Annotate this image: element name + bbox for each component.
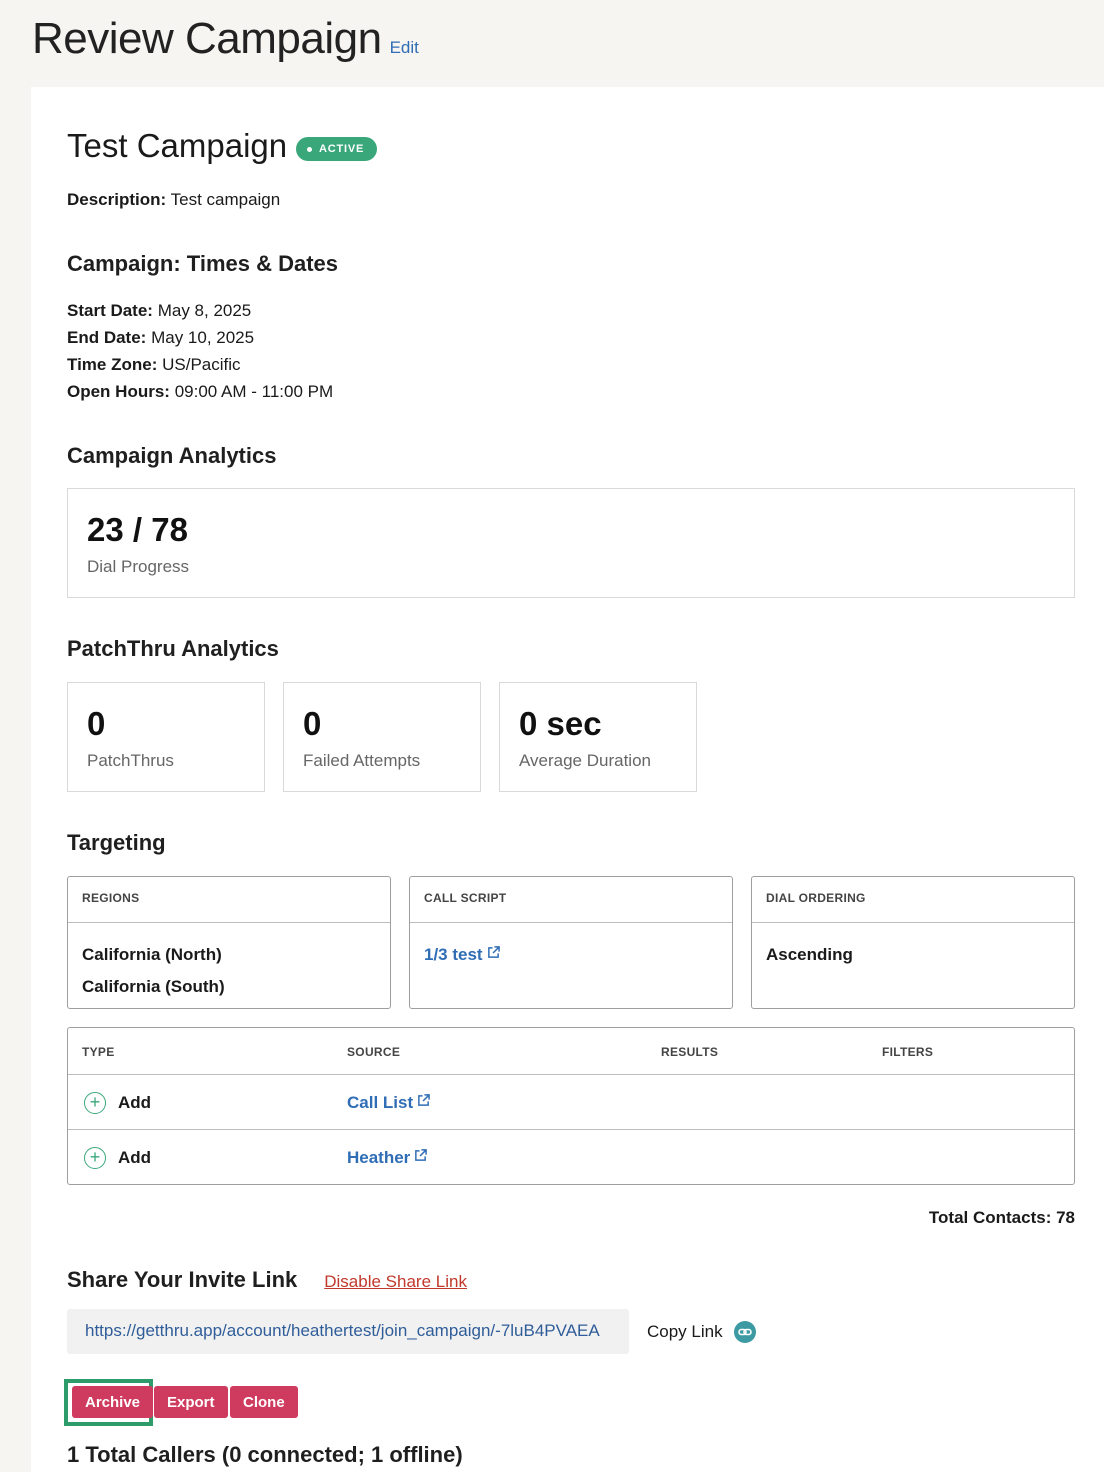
- row-type: Add: [118, 1093, 152, 1112]
- average-duration-card: 0 sec Average Duration: [499, 682, 697, 792]
- invite-url-field[interactable]: https://getthru.app/account/heathertest/…: [67, 1309, 629, 1354]
- open-hours-value: 09:00 AM - 11:00 PM: [174, 382, 334, 401]
- external-link-icon: [487, 946, 500, 958]
- callers-summary: 1 Total Callers (0 connected; 1 offline): [67, 1442, 463, 1467]
- end-date: End Date: May 10, 2025: [67, 328, 254, 348]
- patchthrus-card: 0 PatchThrus: [67, 682, 265, 792]
- table-row: + Add Heather: [68, 1129, 1074, 1185]
- call-list-link[interactable]: Call List: [347, 1093, 430, 1113]
- external-link-icon: [418, 1094, 430, 1106]
- open-hours-label: Open Hours:: [67, 382, 170, 401]
- status-badge: ACTIVE: [296, 137, 378, 161]
- call-script-link[interactable]: 1/3 test: [424, 945, 500, 964]
- source-link-text: Call List: [347, 1093, 414, 1112]
- end-date-value: May 10, 2025: [151, 328, 255, 347]
- link-icon: [733, 1321, 756, 1343]
- external-link-icon: [415, 1149, 428, 1161]
- campaign-name: Test Campaign: [67, 127, 288, 164]
- regions-box: REGIONS California (North) California (S…: [67, 876, 391, 1009]
- description-value: Test campaign: [170, 190, 281, 209]
- copy-link-button[interactable]: Copy Link: [647, 1321, 756, 1343]
- failed-attempts-card: 0 Failed Attempts: [283, 682, 481, 792]
- dial-progress-value: 23 / 78: [87, 511, 188, 548]
- times-heading: Campaign: Times & Dates: [67, 251, 339, 276]
- patchthrus-value: 0: [87, 705, 106, 742]
- patchthrus-label: PatchThrus: [87, 751, 174, 770]
- status-dot-icon: [307, 146, 312, 152]
- sources-table: TYPE SOURCE RESULTS FILTERS + Add Call L…: [67, 1027, 1075, 1185]
- campaign-panel: Test Campaign ACTIVE Description: Test c…: [31, 87, 1104, 1472]
- open-hours: Open Hours: 09:00 AM - 11:00 PM: [67, 382, 333, 402]
- page-title: Review Campaign: [32, 14, 382, 63]
- dial-ordering-box: DIAL ORDERING Ascending: [751, 876, 1075, 1009]
- page-header: Review Campaign Edit: [32, 14, 419, 64]
- patchthru-heading: PatchThru Analytics: [67, 636, 279, 661]
- failed-attempts-value: 0: [303, 705, 322, 742]
- region-item: California (North): [82, 945, 222, 964]
- description-label: Description:: [67, 190, 167, 209]
- share-heading: Share Your Invite Link: [67, 1267, 298, 1292]
- add-circle-icon[interactable]: +: [84, 1092, 106, 1114]
- end-date-label: End Date:: [67, 328, 147, 347]
- status-text: ACTIVE: [319, 143, 365, 155]
- average-duration-label: Average Duration: [519, 751, 651, 770]
- campaign-description: Description: Test campaign: [67, 190, 280, 210]
- start-date: Start Date: May 8, 2025: [67, 301, 251, 321]
- start-date-label: Start Date:: [67, 301, 153, 320]
- archive-button[interactable]: Archive: [72, 1386, 154, 1418]
- analytics-heading: Campaign Analytics: [67, 443, 277, 468]
- column-header-filters: FILTERS: [882, 1045, 934, 1059]
- column-header-type: TYPE: [82, 1045, 115, 1059]
- add-circle-icon[interactable]: +: [84, 1147, 106, 1169]
- copy-link-label: Copy Link: [647, 1322, 723, 1341]
- heather-link[interactable]: Heather: [347, 1148, 428, 1168]
- share-header: Share Your Invite Link Disable Share Lin…: [67, 1267, 467, 1293]
- total-contacts: Total Contacts: 78: [928, 1208, 1075, 1227]
- call-script-box: CALL SCRIPT 1/3 test: [409, 876, 733, 1009]
- dial-progress-label: Dial Progress: [87, 557, 190, 576]
- column-header-results: RESULTS: [661, 1045, 719, 1059]
- dial-progress-card: 23 / 78 Dial Progress: [67, 488, 1075, 598]
- disable-share-link[interactable]: Disable Share Link: [324, 1272, 467, 1292]
- region-item: California (South): [82, 977, 225, 996]
- start-date-value: May 8, 2025: [157, 301, 252, 320]
- source-link-text: Heather: [347, 1148, 411, 1167]
- edit-link[interactable]: Edit: [390, 38, 419, 58]
- dial-ordering-value: Ascending: [766, 945, 853, 964]
- table-row: + Add Call List: [68, 1074, 1074, 1129]
- export-button[interactable]: Export: [154, 1386, 228, 1418]
- regions-header: REGIONS: [68, 877, 390, 923]
- time-zone-value: US/Pacific: [162, 355, 241, 374]
- column-header-source: SOURCE: [347, 1045, 401, 1059]
- call-script-header: CALL SCRIPT: [410, 877, 732, 923]
- row-type: Add: [118, 1148, 152, 1167]
- failed-attempts-label: Failed Attempts: [303, 751, 421, 770]
- time-zone: Time Zone: US/Pacific: [67, 355, 241, 375]
- dial-ordering-header: DIAL ORDERING: [752, 877, 1074, 923]
- clone-button[interactable]: Clone: [230, 1386, 298, 1418]
- targeting-heading: Targeting: [67, 830, 166, 855]
- call-script-link-text: 1/3 test: [424, 945, 483, 964]
- average-duration-value: 0 sec: [519, 705, 602, 742]
- time-zone-label: Time Zone:: [67, 355, 158, 374]
